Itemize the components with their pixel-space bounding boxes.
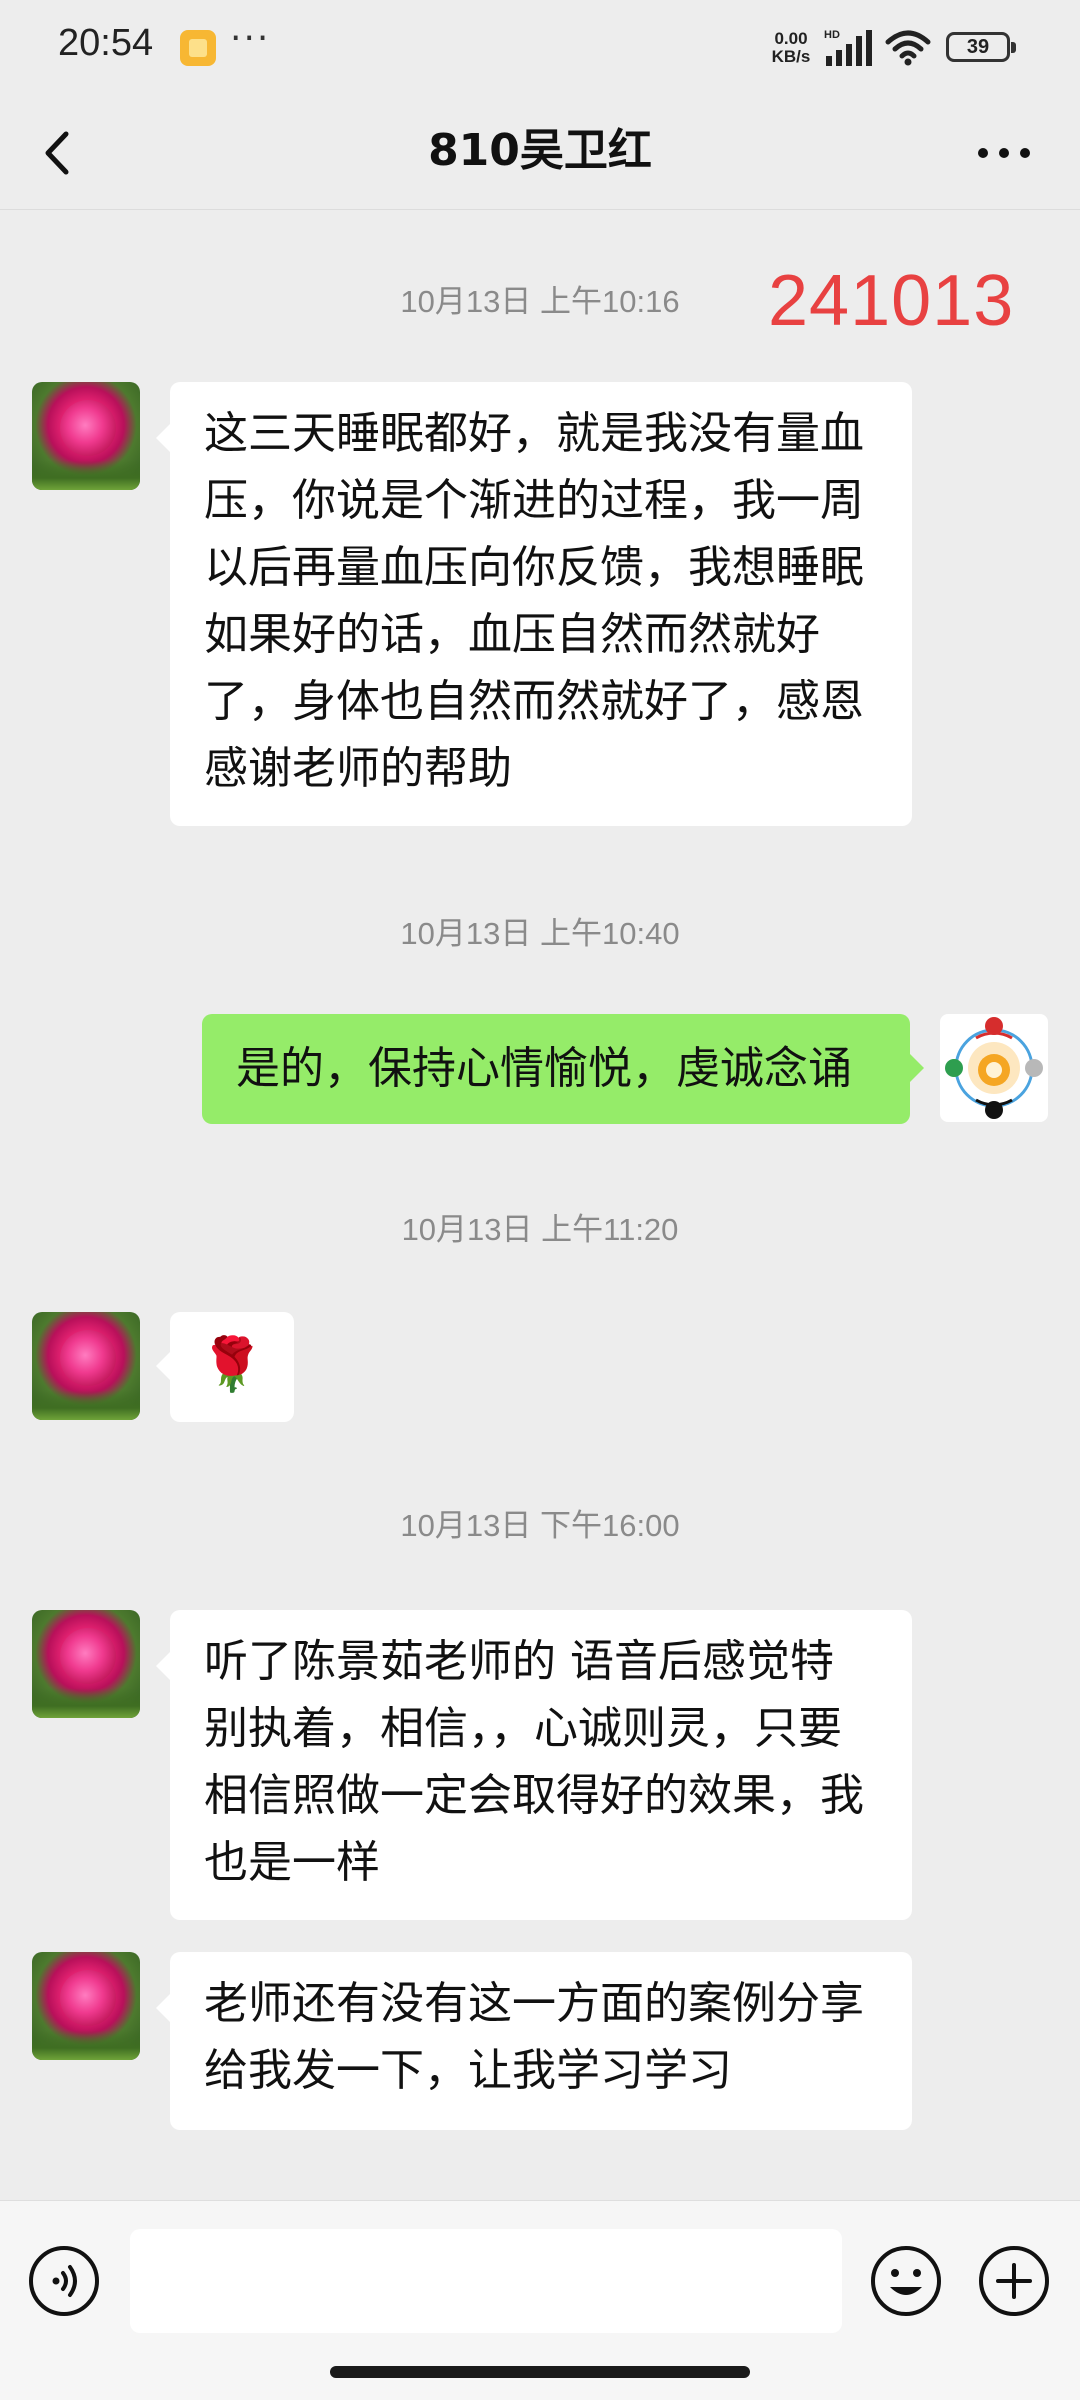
battery-indicator: 39 (946, 32, 1016, 62)
date-stamp: 241013 (768, 261, 1015, 341)
more-notifications-icon: ··· (230, 18, 271, 59)
sent-message-bubble[interactable]: 是的，保持心情愉悦，虔诚念诵 (202, 1014, 924, 1124)
signal-icon: HD (824, 29, 872, 66)
home-indicator[interactable] (330, 2366, 750, 2378)
received-message-bubble[interactable]: 这三天睡眠都好，就是我没有量血 压，你说是个渐进的过程，我一周 以后再量血压向你… (156, 382, 912, 826)
network-speed: 0.00 KB/s (765, 30, 817, 66)
status-bar: 20:54 ··· 0.00 KB/s HD 39 (0, 0, 1080, 96)
chat-title: 810吴卫红 (428, 125, 652, 176)
rose-emoji: 🌹 (199, 1335, 265, 1395)
voice-icon[interactable] (26, 2243, 102, 2319)
chat-header: 810吴卫红 (0, 96, 1080, 210)
network-speed-value: 0.00 (774, 29, 808, 48)
wifi-icon (885, 30, 931, 66)
network-type-label: HD (824, 29, 840, 41)
contact-avatar[interactable] (32, 1312, 140, 1420)
received-emoji-bubble[interactable]: 🌹 (156, 1312, 294, 1422)
mandala-logo-icon (945, 1017, 1043, 1119)
more-dots-icon[interactable] (976, 146, 1032, 160)
status-time: 20:54 (58, 22, 154, 64)
received-message-bubble[interactable]: 听了陈景茹老师的 语音后感觉特 别执着，相信，，心诚则灵，只要 相信照做一定会取… (156, 1610, 912, 1920)
emoji-icon[interactable] (868, 2243, 944, 2319)
contact-avatar[interactable] (32, 1952, 140, 2060)
message-list[interactable]: 10月13日 上午10:16 241013 这三天睡眠都好，就是我没有量血 压，… (0, 210, 1080, 2200)
my-avatar[interactable] (940, 1014, 1048, 1122)
contact-avatar[interactable] (32, 382, 140, 490)
plus-icon[interactable] (976, 2243, 1052, 2319)
message-timestamp: 10月13日 下午16:00 (400, 1508, 680, 1543)
contact-avatar[interactable] (32, 1610, 140, 1718)
notes-app-icon (180, 30, 216, 66)
message-input[interactable] (130, 2229, 842, 2333)
received-message-bubble[interactable]: 老师还有没有这一方面的案例分享 给我发一下，让我学习学习 (156, 1952, 912, 2130)
message-timestamp: 10月13日 上午10:40 (400, 916, 680, 951)
message-timestamp: 10月13日 上午11:20 (401, 1212, 679, 1247)
network-speed-unit: KB/s (771, 47, 811, 66)
